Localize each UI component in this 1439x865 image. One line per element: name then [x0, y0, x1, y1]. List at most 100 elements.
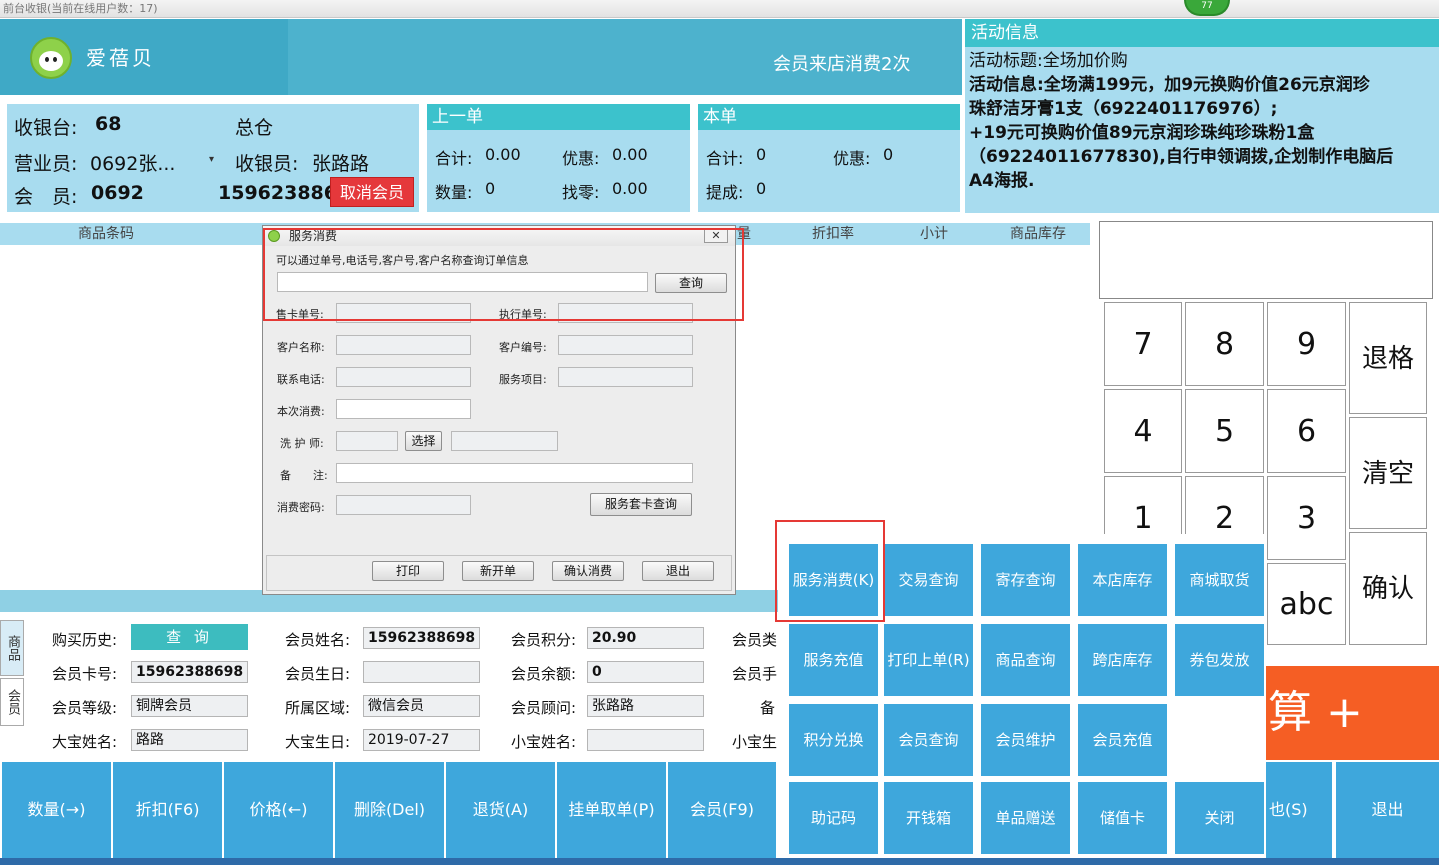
customer-no-label: 客户编号: [499, 341, 547, 354]
warehouse: 总仓 [235, 117, 274, 139]
member-recharge-button[interactable]: 会员充值 [1078, 704, 1167, 776]
child1-name-field[interactable]: 路路 [131, 729, 248, 751]
activity-line: +19元可换购价值89元京润珍珠纯珍珠粉1盒 [969, 123, 1315, 143]
member-mobile-label: 会员手 [732, 665, 778, 683]
member-balance-field[interactable]: 0 [587, 661, 704, 683]
key-6[interactable]: 6 [1267, 389, 1346, 473]
print-button[interactable]: 打印 [372, 561, 444, 581]
member-birthday-label: 会员生日: [285, 665, 351, 683]
child1-birthday-field[interactable]: 2019-07-27 [363, 729, 480, 751]
staff-dropdown-icon[interactable]: ▾ [209, 154, 214, 165]
cancel-member-button[interactable]: 取消会员 [330, 177, 414, 207]
password-field[interactable] [336, 495, 471, 515]
last-qty-value: 0 [485, 179, 496, 198]
product-query-button[interactable]: 商品查询 [981, 624, 1070, 696]
this-discount-label: 优惠: [833, 149, 871, 168]
other-s-button[interactable]: 也(S) [1266, 762, 1334, 858]
print-last-button[interactable]: 打印上单(R) [884, 624, 973, 696]
checkout-button[interactable]: 算 + [1262, 666, 1439, 760]
key-3[interactable]: 3 [1267, 476, 1346, 560]
phone-field[interactable] [336, 367, 471, 387]
member-level-field[interactable]: 铜牌会员 [131, 695, 248, 717]
tab-member[interactable]: 会员 [0, 678, 24, 726]
points-redeem-button[interactable]: 积分兑换 [789, 704, 878, 776]
customer-name-field[interactable] [336, 335, 471, 355]
technician-name-field[interactable] [451, 431, 558, 451]
deposit-query-button[interactable]: 寄存查询 [981, 544, 1070, 616]
activity-line: 珠舒洁牙膏1支（6922401176976）; [969, 99, 1278, 119]
service-item-field[interactable] [558, 367, 693, 387]
this-spend-field[interactable] [336, 399, 471, 419]
member-name-field[interactable]: 15962388698 [363, 627, 480, 649]
this-total-label: 合计: [706, 149, 744, 168]
member-maintain-button[interactable]: 会员维护 [981, 704, 1070, 776]
new-order-button[interactable]: 新开单 [462, 561, 534, 581]
key-7[interactable]: 7 [1104, 302, 1182, 386]
child2-name-field[interactable] [587, 729, 704, 751]
transaction-query-button[interactable]: 交易查询 [884, 544, 973, 616]
confirm-button[interactable]: 确认 [1349, 532, 1427, 645]
this-spend-label: 本次消费: [277, 405, 325, 418]
mall-pickup-button[interactable]: 商城取货 [1175, 544, 1264, 616]
close-popup-button[interactable]: 关闭 [1175, 782, 1264, 854]
member-region-label: 所属区域: [285, 699, 351, 717]
key-8[interactable]: 8 [1185, 302, 1264, 386]
hold-order-button[interactable]: 挂单取单(P) [557, 762, 668, 858]
clear-button[interactable]: 清空 [1349, 417, 1427, 529]
key-abc[interactable]: abc [1267, 563, 1346, 645]
member-advisor-field[interactable]: 张路路 [587, 695, 704, 717]
member-query-button[interactable]: 会员查询 [884, 704, 973, 776]
backspace-button[interactable]: 退格 [1349, 302, 1427, 414]
price-button[interactable]: 价格(←) [224, 762, 335, 858]
member-birthday-field[interactable] [363, 661, 480, 683]
mnemonic-button[interactable]: 助记码 [789, 782, 878, 854]
col-subtotal[interactable]: 小计 [920, 223, 948, 245]
open-cash-drawer-button[interactable]: 开钱箱 [884, 782, 973, 854]
col-discount-rate[interactable]: 折扣率 [812, 223, 854, 245]
cross-store-stock-button[interactable]: 跨店库存 [1078, 624, 1167, 696]
commission-value: 0 [756, 179, 767, 198]
remark-label: 备 注: [280, 469, 328, 482]
select-technician-button[interactable]: 选择 [405, 431, 442, 451]
this-discount-value: 0 [883, 145, 894, 164]
single-gift-button[interactable]: 单品赠送 [981, 782, 1070, 854]
key-9[interactable]: 9 [1267, 302, 1346, 386]
service-recharge-button[interactable]: 服务充值 [789, 624, 878, 696]
stored-value-card-button[interactable]: 储值卡 [1078, 782, 1167, 854]
last-qty-label: 数量: [435, 183, 473, 202]
last-discount-value: 0.00 [612, 145, 648, 164]
activity-text: 活动标题:全场加价购 活动信息:全场满199元，加9元换购价值26元京润珍 珠舒… [969, 49, 1435, 193]
col-barcode[interactable]: 商品条码 [78, 223, 134, 245]
member-f9-button[interactable]: 会员(F9) [668, 762, 778, 858]
key-4[interactable]: 4 [1104, 389, 1182, 473]
staff-value[interactable]: 0692张... [90, 149, 175, 176]
member-card-field[interactable]: 15962388698 [131, 661, 248, 683]
dialog-exit-button[interactable]: 退出 [642, 561, 714, 581]
member-name-label: 会员姓名: [285, 631, 351, 649]
return-button[interactable]: 退货(A) [446, 762, 557, 858]
coupon-issue-button[interactable]: 券包发放 [1175, 624, 1264, 696]
last-change-value: 0.00 [612, 179, 648, 198]
exit-button[interactable]: 退出 [1336, 762, 1439, 858]
discount-button[interactable]: 折扣(F6) [113, 762, 224, 858]
activity-line: 活动标题:全场加价购 [969, 51, 1128, 71]
member-region-field[interactable]: 微信会员 [363, 695, 480, 717]
tab-products[interactable]: 商品 [0, 620, 24, 676]
col-stock[interactable]: 商品库存 [1010, 223, 1066, 245]
store-stock-button[interactable]: 本店库存 [1078, 544, 1167, 616]
quantity-button[interactable]: 数量(→) [2, 762, 113, 858]
purchase-history-query-button[interactable]: 查 询 [131, 624, 248, 650]
key-5[interactable]: 5 [1185, 389, 1264, 473]
technician-field[interactable] [336, 431, 398, 451]
last-total-label: 合计: [435, 149, 473, 168]
member-points-field[interactable]: 20.90 [587, 627, 704, 649]
confirm-consume-button[interactable]: 确认消费 [552, 561, 624, 581]
customer-no-field[interactable] [558, 335, 693, 355]
package-card-query-button[interactable]: 服务套卡查询 [590, 493, 692, 516]
activity-line: A4海报. [969, 171, 1035, 191]
register-value: 68 [95, 113, 122, 135]
delete-button[interactable]: 删除(Del) [335, 762, 446, 858]
remark-field[interactable] [336, 463, 693, 483]
last-change-label: 找零: [562, 183, 600, 202]
cashier-label: 收银员: [235, 153, 299, 175]
